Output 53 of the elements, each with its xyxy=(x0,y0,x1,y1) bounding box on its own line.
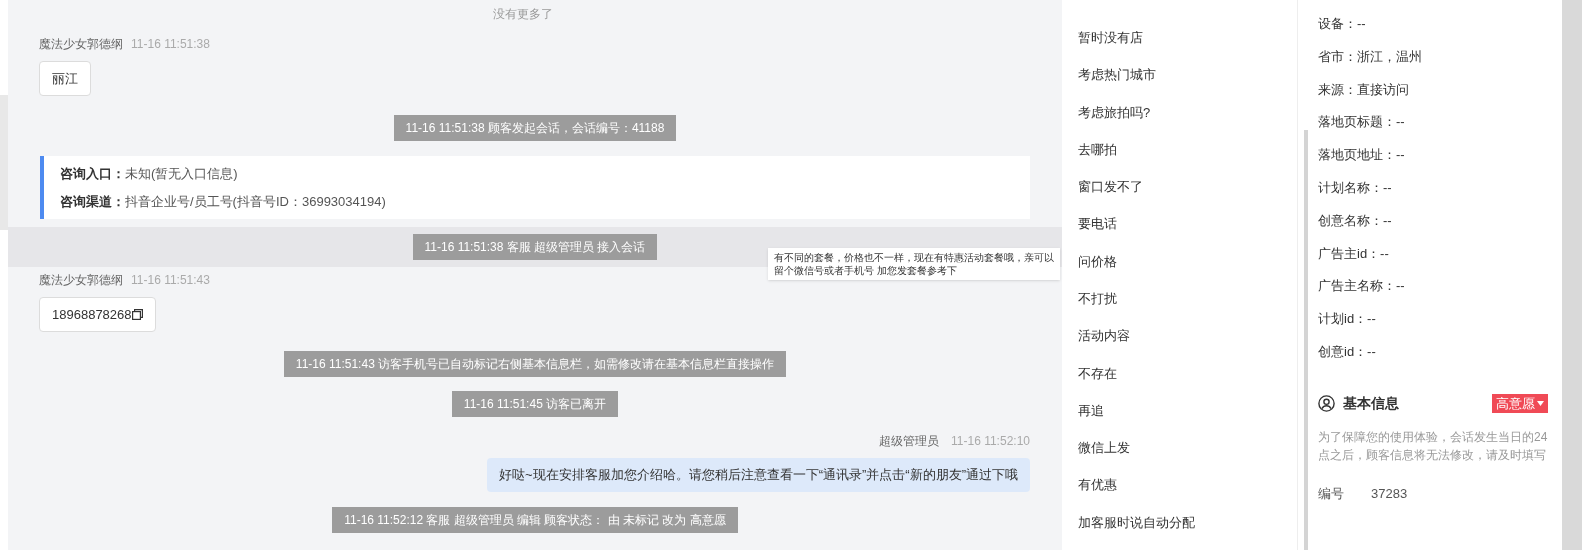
system-notice: 11-16 11:51:43 访客手机号已自动标记右侧基本信息栏，如需修改请在基本信息栏直接操作 xyxy=(283,351,787,377)
sender-name: 魔法少女郭德纲 xyxy=(39,272,123,289)
sender-name: 魔法少女郭德纲 xyxy=(39,36,123,53)
quick-reply-item[interactable]: 暂时没有店 xyxy=(1078,28,1297,66)
quick-reply-item[interactable]: 再追 xyxy=(1078,400,1297,439)
quick-reply-item[interactable]: 窗口发不了 xyxy=(1078,177,1297,215)
info-field: 创意id：-- xyxy=(1318,341,1548,375)
message-time: 11-16 11:51:43 xyxy=(131,272,210,289)
info-field: 计划名称：-- xyxy=(1318,178,1548,211)
message-time: 11-16 11:52:10 xyxy=(951,433,1030,450)
info-field: 计划id：-- xyxy=(1318,309,1548,342)
info-field: 广告主id：-- xyxy=(1318,243,1548,277)
quick-reply-item[interactable]: 问价格 xyxy=(1078,251,1297,289)
system-notice: 11-16 11:51:38 顾客发起会话，会话编号：41188 xyxy=(393,115,677,141)
quick-reply-item[interactable]: 去哪拍 xyxy=(1078,139,1297,178)
system-notice: 11-16 11:52:12 客服 超级管理员 编辑 顾客状态： 由 未标记 改为 高意愿 xyxy=(332,507,738,533)
section-title: 基本信息 xyxy=(1343,393,1399,413)
quick-reply-item[interactable]: 不存在 xyxy=(1078,363,1297,401)
scrollbar[interactable] xyxy=(1304,130,1308,550)
quick-reply-item[interactable]: 微信上发 xyxy=(1078,438,1297,476)
info-field: 省市：浙江，温州 xyxy=(1318,46,1548,80)
quick-reply-item[interactable]: 有优惠 xyxy=(1078,475,1297,513)
quick-reply-item[interactable]: 活动内容 xyxy=(1078,326,1297,364)
info-field: 创意名称：-- xyxy=(1318,210,1548,244)
entry-info-text: 咨询入口：未知(暂无入口信息) xyxy=(60,165,239,183)
intent-tag-dropdown[interactable]: 高意愿 xyxy=(1492,393,1548,413)
quick-reply-item[interactable]: 考虑旅拍吗? xyxy=(1078,102,1297,140)
message-bubble: 18968878268 xyxy=(39,297,156,332)
message-bubble: 丽江 xyxy=(39,61,91,96)
info-field: 设备：-- xyxy=(1318,14,1548,47)
message-bubble: 好哒~现在安排客服加您介绍哈。请您稍后注意查看一下“通讯录”并点击“新的朋友”通过下哦 xyxy=(487,458,1030,492)
message-time: 11-16 11:51:38 xyxy=(131,36,210,53)
side-handle[interactable] xyxy=(0,95,8,230)
system-notice: 11-16 11:51:45 访客已离开 xyxy=(451,391,619,417)
tooltip: 有不同的套餐，价格也不一样，现在有特惠活动套餐哦，亲可以留个微信号或者手机号 加您发套餐参考下 xyxy=(768,248,1060,280)
quick-reply-item[interactable]: 要电话 xyxy=(1078,214,1297,252)
quick-reply-item[interactable]: 不打扰 xyxy=(1078,288,1297,327)
info-field: 落地页地址：-- xyxy=(1318,145,1548,178)
entry-info-text: 咨询渠道：抖音企业号/员工号(抖音号ID：36993034194) xyxy=(60,192,387,211)
copy-icon[interactable] xyxy=(131,309,143,320)
system-notice: 11-16 11:51:38 客服 超级管理员 接入会话 xyxy=(412,234,658,260)
field-value: 37283 xyxy=(1371,484,1408,503)
info-field: 来源：直接访问 xyxy=(1318,79,1548,113)
field-label: 编号 xyxy=(1318,484,1345,503)
no-more-text: 没有更多了 xyxy=(492,6,554,23)
notice-text: 为了保障您的使用体验，会话发生当日的24点之后，顾客信息将无法修改，请及时填写 xyxy=(1318,428,1548,464)
quick-reply-item[interactable]: 加客服时说自动分配 xyxy=(1078,512,1297,550)
caret-icon xyxy=(1537,400,1544,406)
sender-name: 超级管理员 xyxy=(879,433,940,450)
user-icon xyxy=(1318,394,1335,412)
info-field: 广告主名称：-- xyxy=(1318,276,1548,310)
quick-reply-item[interactable]: 考虑热门城市 xyxy=(1078,65,1297,103)
info-field: 落地页标题：-- xyxy=(1318,112,1548,146)
